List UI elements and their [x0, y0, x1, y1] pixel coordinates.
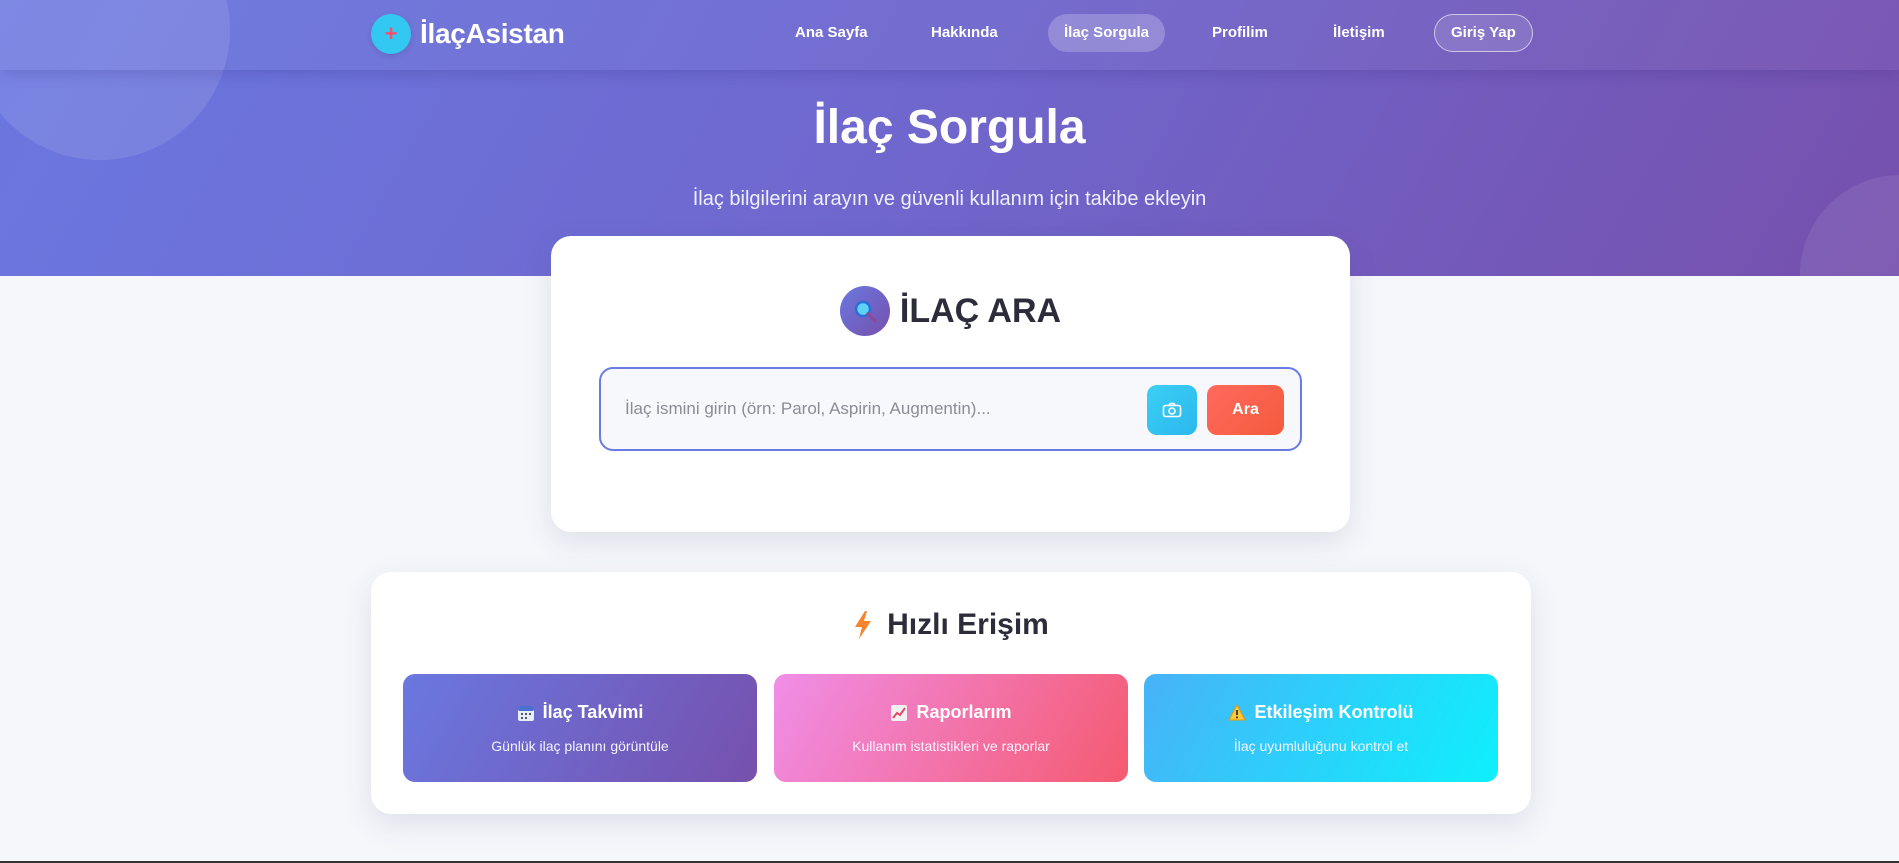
search-card: İLAÇ ARA Ara: [551, 236, 1350, 532]
quick-access-heading: Hızlı Erişim: [371, 608, 1531, 642]
page-title: İlaç Sorgula: [813, 101, 1086, 154]
tile-title: İlaç Takvimi: [542, 702, 644, 722]
page-subtitle: İlaç bilgilerini arayın ve güvenli kulla…: [692, 188, 1207, 210]
quick-access-card: Hızlı Erişim İlaç Takvimi Günlük ilaç pl…: [371, 572, 1531, 814]
tile-description: İlaç uyumluluğunu kontrol et: [1233, 738, 1409, 754]
tile-title: Raporlarım: [916, 702, 1012, 722]
nav-drug-search[interactable]: İlaç Sorgula: [1048, 14, 1166, 52]
quick-access-title: Hızlı Erişim: [887, 608, 1049, 641]
nav-about[interactable]: Hakkında: [915, 14, 1014, 52]
search-heading: İLAÇ ARA: [551, 286, 1350, 336]
nav-profile[interactable]: Profilim: [1196, 14, 1284, 52]
brand-name: İlaçAsistan: [420, 18, 565, 49]
reports-tile[interactable]: Raporlarım Kullanım istatistikleri ve ra…: [774, 674, 1128, 782]
search-button[interactable]: Ara: [1207, 385, 1284, 435]
nav-home[interactable]: Ana Sayfa: [779, 14, 884, 52]
search-box: Ara: [599, 367, 1302, 451]
top-navbar: + İlaçAsistan Ana Sayfa Hakkında İlaç So…: [0, 0, 1899, 70]
tile-title: Etkileşim Kontrolü: [1254, 702, 1414, 722]
magnifier-icon: [839, 286, 890, 336]
nav-contact[interactable]: İletişim: [1317, 14, 1401, 52]
tile-description: Kullanım istatistikleri ve raporlar: [852, 738, 1050, 754]
camera-icon: [1162, 402, 1182, 418]
search-heading-text: İLAÇ ARA: [899, 291, 1062, 330]
brand-link[interactable]: + İlaçAsistan: [371, 14, 565, 54]
login-button[interactable]: Giriş Yap: [1434, 14, 1533, 52]
interaction-check-tile[interactable]: Etkileşim Kontrolü İlaç uyumluluğunu kon…: [1144, 674, 1498, 782]
lightning-icon: [855, 611, 872, 639]
chart-icon: [890, 704, 908, 722]
warning-icon: [1228, 704, 1247, 721]
plus-logo-icon: +: [371, 14, 411, 54]
calendar-icon: [517, 704, 535, 722]
calendar-tile[interactable]: İlaç Takvimi Günlük ilaç planını görüntü…: [403, 674, 757, 782]
drug-search-input[interactable]: [625, 389, 1125, 429]
camera-button[interactable]: [1147, 385, 1197, 435]
tile-description: Günlük ilaç planını görüntüle: [491, 738, 669, 754]
